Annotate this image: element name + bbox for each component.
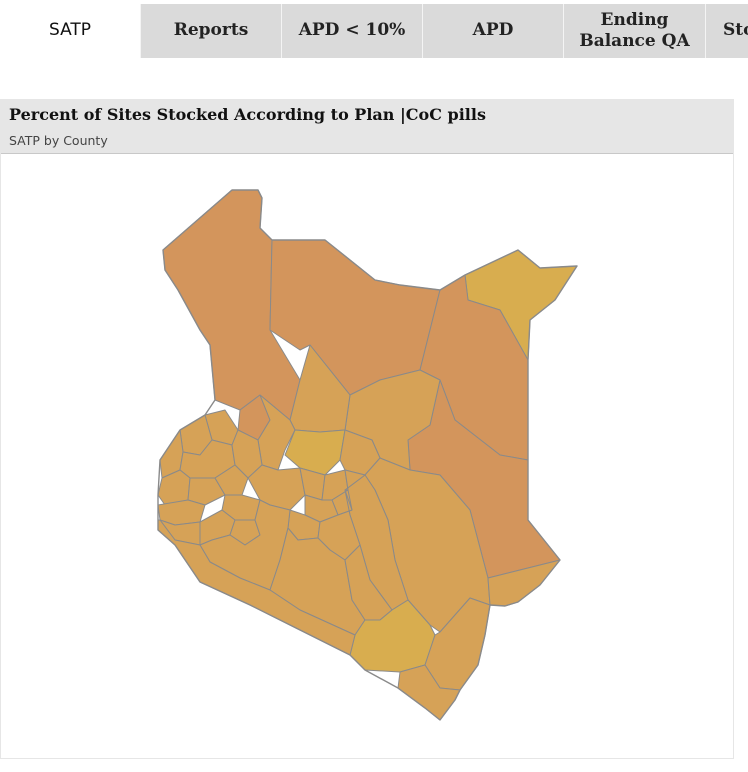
county-map xyxy=(157,189,578,721)
